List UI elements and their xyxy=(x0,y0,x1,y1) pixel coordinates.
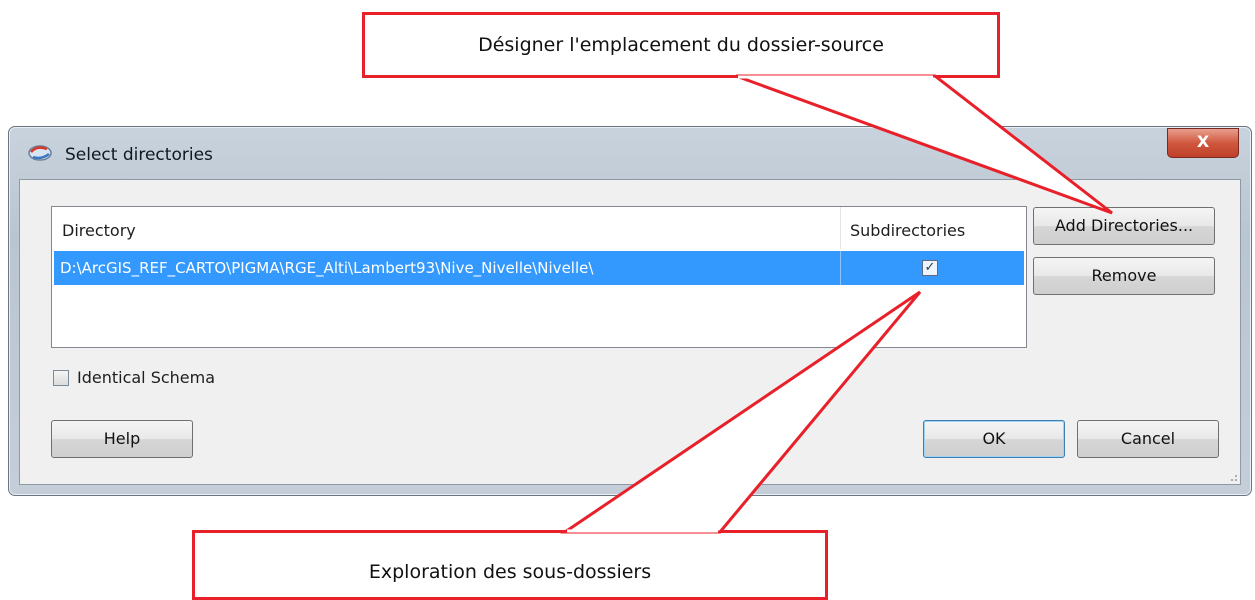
list-row-selected[interactable]: D:\ArcGIS_REF_CARTO\PIGMA\RGE_Alti\Lambe… xyxy=(54,251,1024,285)
callout-source-folder: Désigner l'emplacement du dossier-source xyxy=(362,12,1000,78)
remove-button[interactable]: Remove xyxy=(1033,257,1215,295)
checkmark-icon: ✓ xyxy=(924,260,936,275)
resize-grip-icon[interactable] xyxy=(1228,472,1238,482)
callout-bottom-text: Exploration des sous-dossiers xyxy=(368,561,652,583)
column-header-subdirectories[interactable]: Subdirectories xyxy=(850,221,965,240)
column-header-directory[interactable]: Directory xyxy=(62,221,136,240)
row-column-divider xyxy=(840,251,841,285)
subdirectories-checkbox[interactable]: ✓ xyxy=(922,260,938,276)
callout-subdirectories: Exploration des sous-dossiers xyxy=(192,530,828,600)
cancel-button[interactable]: Cancel xyxy=(1077,420,1219,458)
app-icon xyxy=(28,145,52,161)
help-button[interactable]: Help xyxy=(51,420,193,458)
add-directories-button[interactable]: Add Directories... xyxy=(1033,207,1215,245)
list-header: Directory Subdirectories xyxy=(52,207,1026,249)
identical-schema-checkbox[interactable] xyxy=(53,370,69,386)
column-separator[interactable] xyxy=(840,207,841,249)
callout-top-text: Désigner l'emplacement du dossier-source xyxy=(478,34,884,56)
title-bar[interactable]: Select directories X xyxy=(9,127,1251,177)
dialog-title: Select directories xyxy=(65,145,213,165)
identical-schema-label: Identical Schema xyxy=(77,368,216,387)
directories-list[interactable]: Directory Subdirectories D:\ArcGIS_REF_C… xyxy=(51,206,1027,348)
dialog-client-area: Directory Subdirectories D:\ArcGIS_REF_C… xyxy=(19,179,1241,485)
ok-button[interactable]: OK xyxy=(923,420,1065,458)
close-icon: X xyxy=(1196,132,1210,151)
select-directories-dialog: Select directories X Directory Subdirect… xyxy=(8,126,1252,496)
close-button[interactable]: X xyxy=(1167,128,1239,158)
directory-path: D:\ArcGIS_REF_CARTO\PIGMA\RGE_Alti\Lambe… xyxy=(60,259,594,277)
